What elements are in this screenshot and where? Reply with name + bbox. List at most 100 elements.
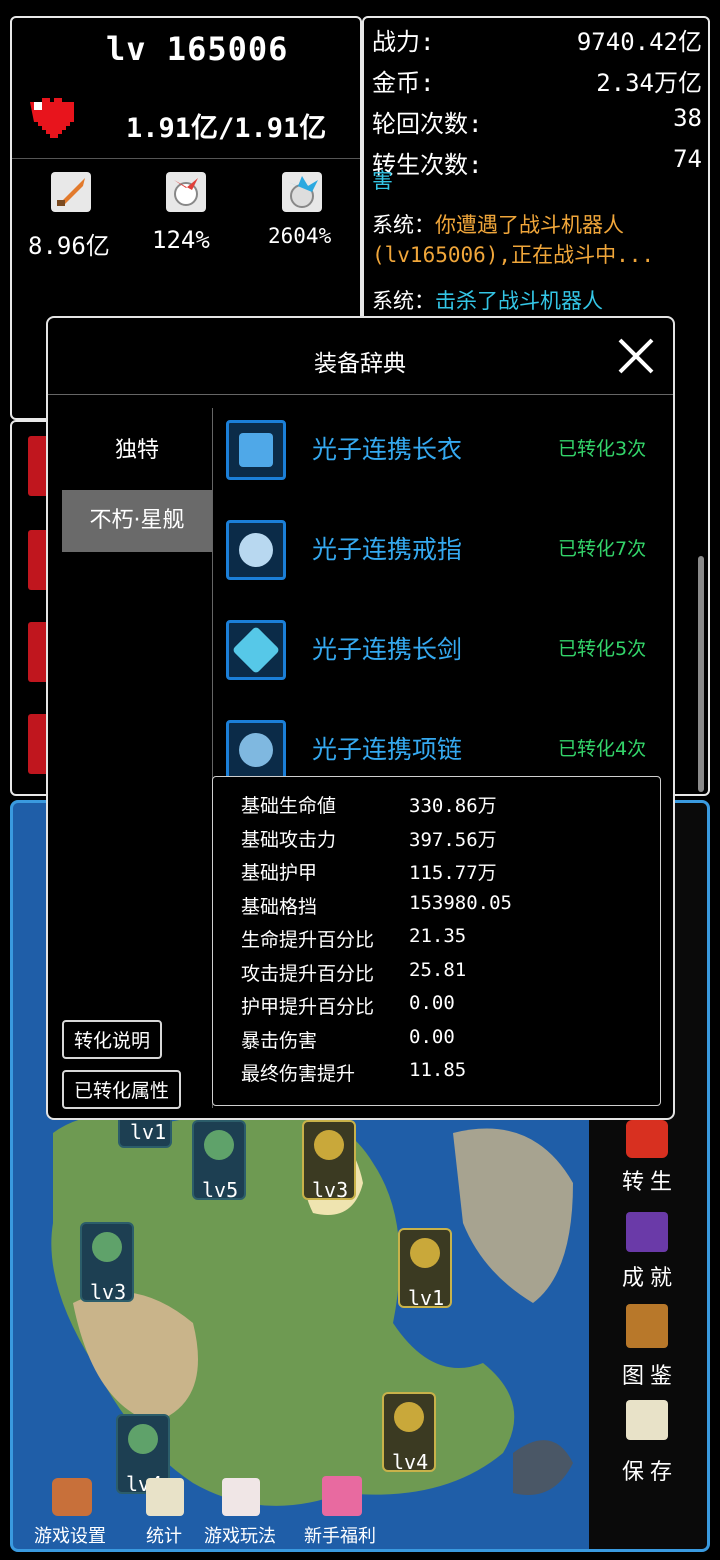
ring-icon[interactable] (226, 520, 286, 580)
rebirth-icon[interactable] (626, 1120, 668, 1158)
save-icon[interactable] (626, 1400, 668, 1440)
gold-label: 金币: (372, 69, 435, 97)
bottom-menu-welfare[interactable]: 新手福利 (304, 1522, 376, 1548)
node-level: lv1 (130, 1120, 167, 1144)
power-label: 战力: (372, 28, 435, 56)
item-name-2[interactable]: 光子连携戒指 (312, 530, 462, 566)
rebirth-row: 转生次数: 74 (372, 145, 702, 180)
attr-label: 护甲提升百分比 (241, 996, 375, 1018)
attr-label: 基础护甲 (241, 862, 318, 884)
attr-label: 基础攻击力 (241, 828, 337, 851)
modal-title: 装备辞典 (314, 351, 406, 377)
reincarnation-label: 轮回次数: (372, 110, 483, 138)
conversion-explain-button[interactable]: 转化说明 (62, 1020, 163, 1059)
gift-icon[interactable] (322, 1476, 362, 1516)
attr-row: 基础护甲 115.77万 (241, 858, 512, 892)
attack-icon (51, 172, 91, 212)
attr-row: 生命提升百分比 21.35 (241, 925, 512, 959)
attribute-list: 基础生命値 330.86万 基础攻击力 397.56万 基础护甲 115.77万 基础… (241, 791, 512, 1093)
player-hp: 1.91亿/1.91亿 (126, 113, 327, 144)
panel-scrollbar[interactable] (698, 556, 704, 792)
attr-row: 最终伤害提升 11.85 (241, 1059, 512, 1093)
gameplay-icon[interactable] (222, 1478, 260, 1516)
info-stats: 战力: 9740.42亿 金币: 2.34万亿 轮回次数: 38 转生次数: 74 (372, 22, 702, 180)
log-prefix: 系统： (372, 289, 435, 313)
reincarnation-value: 38 (673, 104, 702, 132)
side-menu-codex[interactable]: 图鉴 (622, 1358, 678, 1390)
gold-row: 金币: 2.34万亿 (372, 63, 702, 98)
item-name-3[interactable]: 光子连携长剑 (312, 630, 462, 666)
scroll-icon (204, 1130, 234, 1160)
attr-value: 115.77万 (409, 862, 497, 884)
scroll-icon (128, 1424, 158, 1454)
panel-divider (12, 158, 360, 159)
log-line-1: 系统：你遭遇了战斗机器人(lv165006),正在战斗中... (372, 210, 702, 270)
side-menu-rebirth[interactable]: 转生 (622, 1164, 678, 1196)
log-prefix: 系统： (372, 213, 435, 237)
attr-label: 基础生命値 (241, 795, 337, 817)
gold-value: 2.34万亿 (596, 69, 702, 97)
attr-row: 攻击提升百分比 25.81 (241, 959, 512, 993)
critical-icon (166, 172, 206, 212)
attr-value: 11.85 (409, 1059, 467, 1081)
node-level: lv3 (90, 1280, 127, 1304)
node-level: lv1 (408, 1286, 445, 1310)
map-node-3[interactable]: lv3 (302, 1120, 356, 1202)
side-menu-save[interactable]: 保存 (622, 1454, 678, 1486)
attr-label: 生命提升百分比 (241, 929, 375, 951)
stat-crit-damage: 2604% (268, 224, 332, 248)
critical-damage-icon (282, 172, 322, 212)
map-node-2[interactable]: lv5 (192, 1120, 246, 1202)
log-text: 击杀了战斗机器人 (435, 289, 603, 313)
heart-icon (26, 94, 78, 146)
power-row: 战力: 9740.42亿 (372, 22, 702, 57)
power-value: 9740.42亿 (576, 28, 702, 56)
attr-value: 330.86万 (409, 795, 497, 817)
attr-row: 基础格挡 153980.05 (241, 892, 512, 926)
close-icon (618, 338, 654, 374)
map-node-6[interactable]: lv4 (382, 1392, 436, 1474)
attr-value: 153980.05 (409, 891, 512, 914)
map-node-4[interactable]: lv3 (80, 1222, 134, 1304)
scroll-icon (314, 1130, 344, 1160)
tab-unique[interactable]: 独特 (62, 432, 212, 464)
sword-icon[interactable] (226, 620, 286, 680)
achievement-icon[interactable] (626, 1212, 668, 1252)
close-button[interactable] (616, 336, 656, 376)
side-menu-achievement[interactable]: 成就 (622, 1260, 678, 1292)
reincarnation-row: 轮回次数: 38 (372, 104, 702, 139)
necklace-icon[interactable] (226, 720, 286, 780)
log-line-2: 系统：击杀了战斗机器人 (372, 286, 702, 316)
codex-icon[interactable] (626, 1304, 668, 1348)
settings-icon[interactable] (52, 1478, 92, 1516)
bottom-menu-stats[interactable]: 统计 (146, 1522, 182, 1548)
attr-value: 397.56万 (409, 828, 497, 851)
stats-icon[interactable] (146, 1478, 184, 1516)
scroll-icon (410, 1238, 440, 1268)
attr-value: 21.35 (409, 925, 467, 947)
bottom-menu-settings[interactable]: 游戏设置 (34, 1522, 106, 1548)
armor-icon[interactable] (226, 420, 286, 480)
item-name-4[interactable]: 光子连携项链 (312, 730, 462, 766)
map-node-5[interactable]: lv1 (398, 1228, 452, 1310)
stat-crit-rate: 124% (152, 226, 210, 254)
node-level: lv4 (392, 1450, 429, 1474)
log-line-0: 害 (372, 169, 393, 193)
scroll-icon (92, 1232, 122, 1262)
attr-row: 暴击伤害 0.00 (241, 1026, 512, 1060)
scroll-icon (394, 1402, 424, 1432)
stat-attack: 8.96亿 (28, 232, 110, 260)
attr-label: 基础格挡 (241, 895, 318, 918)
node-level: lv5 (202, 1178, 239, 1202)
item-count-1: 已转化3次 (558, 438, 647, 460)
item-name-1[interactable]: 光子连携长衣 (312, 430, 462, 466)
attr-value: 25.81 (409, 958, 467, 981)
item-count-4: 已转化4次 (558, 738, 647, 760)
bottom-menu-gameplay[interactable]: 游戏玩法 (204, 1522, 276, 1548)
rebirth-value: 74 (673, 145, 702, 173)
tab-immortal-starship[interactable]: 不朽·星舰 (62, 490, 212, 552)
attr-row: 护甲提升百分比 0.00 (241, 992, 512, 1026)
converted-attributes-button[interactable]: 已转化属性 (62, 1070, 182, 1109)
attr-label: 暴击伤害 (241, 1029, 318, 1052)
attr-label: 最终伤害提升 (241, 1063, 356, 1085)
